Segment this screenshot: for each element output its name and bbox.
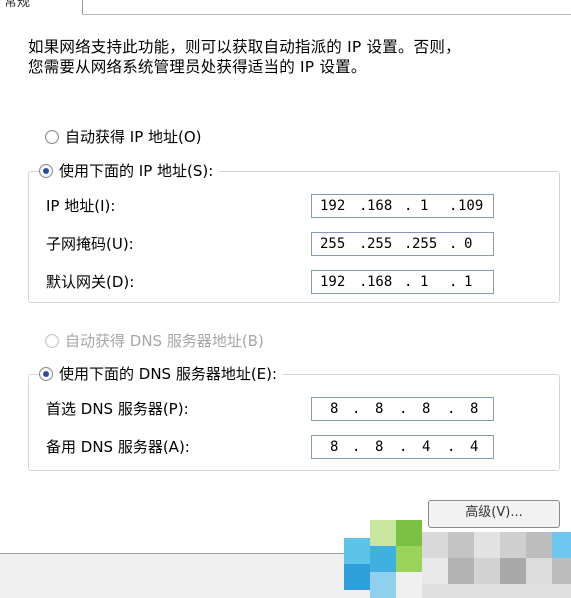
- default-gateway-input[interactable]: 192 . 168 . 1 . 1: [311, 270, 494, 294]
- octet: 1: [464, 274, 473, 290]
- subnet-mask-label: 子网掩码(U):: [46, 235, 134, 253]
- alternate-dns-input[interactable]: 8 . 8 . 4 . 4: [311, 435, 494, 459]
- radio-auto-ip[interactable]: 自动获得 IP 地址(O): [45, 127, 202, 147]
- octet: 192: [320, 198, 346, 214]
- radio-manual-dns-label: 使用下面的 DNS 服务器地址(E):: [59, 365, 278, 383]
- alternate-dns-label: 备用 DNS 服务器(A):: [46, 438, 190, 456]
- radio-circle-icon[interactable]: [45, 334, 59, 348]
- octet: 8: [470, 401, 479, 417]
- radio-manual-dns[interactable]: 使用下面的 DNS 服务器地址(E):: [39, 364, 284, 384]
- radio-manual-ip[interactable]: 使用下面的 IP 地址(S):: [39, 161, 220, 181]
- description-line-1: 如果网络支持此功能，则可以获取自动指派的 IP 设置。否则，: [28, 38, 461, 56]
- radio-selected-icon[interactable]: [39, 367, 53, 381]
- octet: 255: [367, 236, 393, 252]
- octet: 109: [458, 198, 484, 214]
- octet: 8: [330, 439, 339, 455]
- octet: 168: [367, 274, 393, 290]
- preferred-dns-label: 首选 DNS 服务器(P):: [46, 400, 189, 418]
- radio-auto-dns[interactable]: 自动获得 DNS 服务器地址(B): [45, 331, 264, 351]
- radio-auto-dns-label: 自动获得 DNS 服务器地址(B): [65, 332, 264, 350]
- description-text: 如果网络支持此功能，则可以获取自动指派的 IP 设置。否则， 您需要从网络系统管…: [28, 37, 461, 77]
- radio-circle-icon[interactable]: [45, 130, 59, 144]
- octet: 4: [422, 439, 431, 455]
- octet: 4: [470, 439, 479, 455]
- octet: 8: [375, 401, 384, 417]
- tab-divider: [82, 14, 571, 15]
- octet: 8: [330, 401, 339, 417]
- octet: 1: [420, 198, 429, 214]
- octet: 255: [412, 236, 438, 252]
- ip-address-label: IP 地址(I):: [46, 197, 116, 215]
- octet: 255: [320, 236, 346, 252]
- tab-label: 常规: [4, 0, 31, 10]
- watermark-mosaic: [330, 510, 571, 598]
- radio-selected-icon[interactable]: [39, 164, 53, 178]
- octet: 0: [464, 236, 473, 252]
- subnet-mask-input[interactable]: 255 . 255 . 255 . 0: [311, 232, 494, 256]
- ip-address-input[interactable]: 192 . 168 . 1 . 109: [311, 194, 494, 218]
- octet: 8: [422, 401, 431, 417]
- radio-auto-ip-label: 自动获得 IP 地址(O): [65, 128, 202, 146]
- default-gateway-label: 默认网关(D):: [46, 273, 135, 291]
- octet: 8: [375, 439, 384, 455]
- tab-general[interactable]: 常规: [0, 0, 83, 14]
- octet: 168: [367, 198, 393, 214]
- description-line-2: 您需要从网络系统管理员处获得适当的 IP 设置。: [28, 58, 367, 76]
- preferred-dns-input[interactable]: 8 . 8 . 8 . 8: [311, 397, 494, 421]
- octet: 192: [320, 274, 346, 290]
- octet: 1: [420, 274, 429, 290]
- radio-manual-ip-label: 使用下面的 IP 地址(S):: [59, 162, 214, 180]
